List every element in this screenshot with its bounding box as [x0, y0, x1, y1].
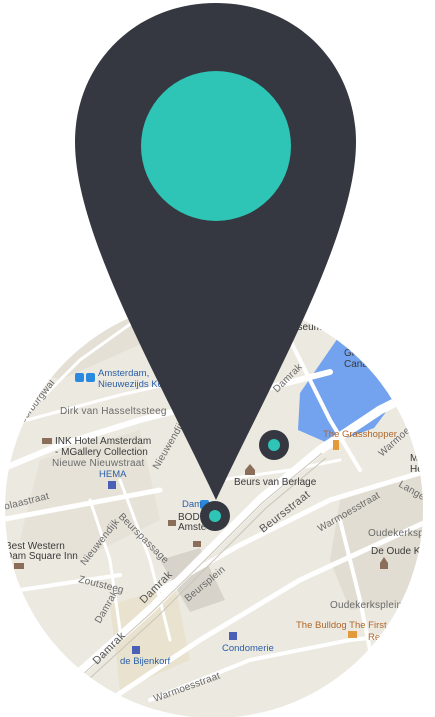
museum-icon: [319, 318, 329, 328]
map-label-dam-square-inn[interactable]: Dam Square Inn: [5, 551, 78, 562]
map-label-canal-cruise[interactable]: Canal Cruise: [344, 359, 402, 370]
street-label-hasselt: Dirk van Hasseltssteeg: [60, 406, 167, 417]
map-label-bulldog[interactable]: The Bulldog The First: [296, 620, 387, 631]
shopping-icon[interactable]: [229, 632, 237, 640]
street-label-oudekerksplein-2: Oudekerksplein: [330, 600, 402, 611]
map-label-condomerie[interactable]: Condomerie: [222, 643, 274, 654]
pin-target-dot[interactable]: [200, 501, 230, 531]
map-location-illustration: useum Gray Line Canal Cruise Amsterdam, …: [5, 3, 435, 717]
map-label-bijenkorf[interactable]: de Bijenkorf: [120, 656, 171, 667]
map-label-oude-kerk[interactable]: De Oude Kerk: [371, 546, 435, 557]
map-label-red-light[interactable]: Red L: [368, 632, 393, 643]
map-label-museum-right[interactable]: Museu: [410, 453, 435, 464]
location-dot-marker[interactable]: [259, 430, 289, 460]
map-label-mgallery[interactable]: - MGallery Collection: [55, 447, 148, 458]
hotel-icon: [14, 563, 24, 569]
map-label-gray-line[interactable]: Gray Line: [344, 348, 388, 359]
shopping-icon[interactable]: [108, 481, 116, 489]
map-label-amsterdam-station[interactable]: Amsterdam,: [98, 368, 149, 379]
street-label-nieuwe-nieuwstraat: Nieuwe Nieuwstraat: [52, 458, 145, 469]
map-pin-inner-circle: [141, 71, 291, 221]
map-label-ink-hotel[interactable]: INK Hotel Amsterdam: [55, 436, 151, 447]
map-label-grasshopper[interactable]: The Grasshopper: [323, 429, 397, 440]
map-label-beurs-van-berlage[interactable]: Beurs van Berlage: [234, 477, 317, 488]
map-label-dam[interactable]: Dam: [182, 499, 202, 510]
map-label-hema[interactable]: HEMA: [99, 469, 127, 480]
map-label-museum-right-2: Het: [410, 464, 426, 475]
restaurant-icon: [333, 440, 339, 450]
street-label-oudekerksplein: Oudekerksplein: [368, 528, 435, 539]
hotel-icon: [42, 438, 52, 444]
cafe-icon: [348, 631, 357, 638]
camera-icon: [354, 338, 364, 345]
camera-icon: [168, 520, 176, 526]
shopping-icon[interactable]: [132, 646, 140, 654]
camera-icon: [193, 541, 201, 547]
